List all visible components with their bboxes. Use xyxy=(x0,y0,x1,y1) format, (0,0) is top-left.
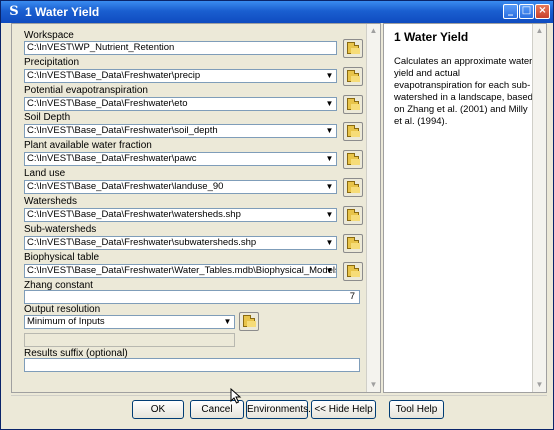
chevron-down-icon[interactable] xyxy=(323,125,336,137)
land-use-value: C:\InVEST\Base_Data\Freshwater\landuse_9… xyxy=(27,181,224,192)
hide-help-button[interactable]: << Hide Help xyxy=(311,400,376,419)
soil-depth-combo[interactable]: C:\InVEST\Base_Data\Freshwater\soil_dept… xyxy=(24,124,337,138)
tool-help-button[interactable]: Tool Help xyxy=(389,400,444,419)
soil-depth-value: C:\InVEST\Base_Data\Freshwater\soil_dept… xyxy=(27,125,218,136)
open-folder-icon xyxy=(347,98,360,110)
maximize-button[interactable]: □ xyxy=(519,4,534,19)
environments-button[interactable]: Environments... xyxy=(246,400,316,419)
biophysical-browse-button[interactable] xyxy=(343,262,363,281)
output-resolution-select[interactable]: Minimum of Inputs xyxy=(24,315,235,329)
biophysical-combo[interactable]: C:\InVEST\Base_Data\Freshwater\Water_Tab… xyxy=(24,264,337,278)
open-folder-icon xyxy=(243,315,256,327)
chevron-down-icon[interactable] xyxy=(323,237,336,249)
help-scrollbar[interactable]: ▲ ▼ xyxy=(532,24,546,392)
chevron-down-icon[interactable] xyxy=(323,153,336,165)
watersheds-combo[interactable]: C:\InVEST\Base_Data\Freshwater\watershed… xyxy=(24,208,337,222)
chevron-down-icon[interactable] xyxy=(323,98,336,110)
watersheds-value: C:\InVEST\Base_Data\Freshwater\watershed… xyxy=(27,209,241,220)
pet-label: Potential evapotranspiration xyxy=(24,85,148,96)
help-description: Calculates an approximate water yield an… xyxy=(394,56,533,127)
chevron-down-icon[interactable] xyxy=(323,209,336,221)
output-resolution-value: Minimum of Inputs xyxy=(27,316,105,327)
ok-button[interactable]: OK xyxy=(132,400,184,419)
chevron-down-icon[interactable] xyxy=(323,265,336,277)
precipitation-value: C:\InVEST\Base_Data\Freshwater\precip xyxy=(27,70,201,81)
scroll-down-icon[interactable]: ▼ xyxy=(367,378,380,392)
parameters-panel: Workspace C:\InVEST\WP_Nutrient_Retentio… xyxy=(11,23,381,393)
title-bar[interactable]: S 1 Water Yield _ □ × xyxy=(1,1,553,23)
precipitation-combo[interactable]: C:\InVEST\Base_Data\Freshwater\precip xyxy=(24,69,337,83)
results-suffix-input[interactable] xyxy=(24,358,360,372)
scroll-up-icon[interactable]: ▲ xyxy=(367,24,380,38)
subwatersheds-browse-button[interactable] xyxy=(343,234,363,253)
soil-depth-label: Soil Depth xyxy=(24,112,71,123)
land-use-browse-button[interactable] xyxy=(343,178,363,197)
scroll-up-icon[interactable]: ▲ xyxy=(533,24,546,38)
precipitation-browse-button[interactable] xyxy=(343,67,363,86)
open-folder-icon xyxy=(347,209,360,221)
subwatersheds-combo[interactable]: C:\InVEST\Base_Data\Freshwater\subwaters… xyxy=(24,236,337,250)
pawc-label: Plant available water fraction xyxy=(24,140,152,151)
pet-combo[interactable]: C:\InVEST\Base_Data\Freshwater\eto xyxy=(24,97,337,111)
tool-dialog-window: S 1 Water Yield _ □ × Workspace C:\InVES… xyxy=(0,0,554,430)
open-folder-icon xyxy=(347,265,360,277)
help-panel: 1 Water Yield Calculates an approximate … xyxy=(383,23,547,393)
open-folder-icon xyxy=(347,125,360,137)
watersheds-label: Watersheds xyxy=(24,196,77,207)
help-title: 1 Water Yield xyxy=(394,30,469,44)
close-button[interactable]: × xyxy=(535,4,550,19)
pet-value: C:\InVEST\Base_Data\Freshwater\eto xyxy=(27,98,188,109)
zhang-input[interactable]: 7 xyxy=(24,290,360,304)
subwatersheds-value: C:\InVEST\Base_Data\Freshwater\subwaters… xyxy=(27,237,257,248)
workspace-input[interactable]: C:\InVEST\WP_Nutrient_Retention xyxy=(24,41,337,55)
chevron-down-icon[interactable] xyxy=(323,70,336,82)
dialog-button-bar: OK Cancel Environments... << Hide Help T… xyxy=(11,395,547,425)
open-folder-icon xyxy=(347,70,360,82)
soil-depth-browse-button[interactable] xyxy=(343,122,363,141)
biophysical-label: Biophysical table xyxy=(24,252,100,263)
land-use-label: Land use xyxy=(24,168,66,179)
pawc-combo[interactable]: C:\InVEST\Base_Data\Freshwater\pawc xyxy=(24,152,337,166)
land-use-combo[interactable]: C:\InVEST\Base_Data\Freshwater\landuse_9… xyxy=(24,180,337,194)
open-folder-icon xyxy=(347,153,360,165)
workspace-browse-button[interactable] xyxy=(343,39,363,58)
mouse-pointer-icon xyxy=(230,388,242,404)
pet-browse-button[interactable] xyxy=(343,95,363,114)
watersheds-browse-button[interactable] xyxy=(343,206,363,225)
app-icon: S xyxy=(9,4,19,19)
biophysical-value: C:\InVEST\Base_Data\Freshwater\Water_Tab… xyxy=(27,265,337,276)
open-folder-icon xyxy=(347,181,360,193)
chevron-down-icon[interactable] xyxy=(221,316,234,328)
subwatersheds-label: Sub-watersheds xyxy=(24,224,97,235)
scroll-down-icon[interactable]: ▼ xyxy=(533,378,546,392)
output-resolution-label: Output resolution xyxy=(24,304,101,315)
chevron-down-icon[interactable] xyxy=(323,181,336,193)
window-title: 1 Water Yield xyxy=(25,5,100,19)
precipitation-label: Precipitation xyxy=(24,57,80,68)
output-resolution-browse-button[interactable] xyxy=(239,312,259,331)
workspace-label: Workspace xyxy=(24,30,74,41)
parameters-scrollbar[interactable]: ▲ ▼ xyxy=(366,24,380,392)
open-folder-icon xyxy=(347,237,360,249)
minimize-button[interactable]: _ xyxy=(503,4,518,19)
open-folder-icon xyxy=(347,42,360,54)
pawc-browse-button[interactable] xyxy=(343,150,363,169)
pawc-value: C:\InVEST\Base_Data\Freshwater\pawc xyxy=(27,153,197,164)
output-resolution-custom-input xyxy=(24,333,235,347)
